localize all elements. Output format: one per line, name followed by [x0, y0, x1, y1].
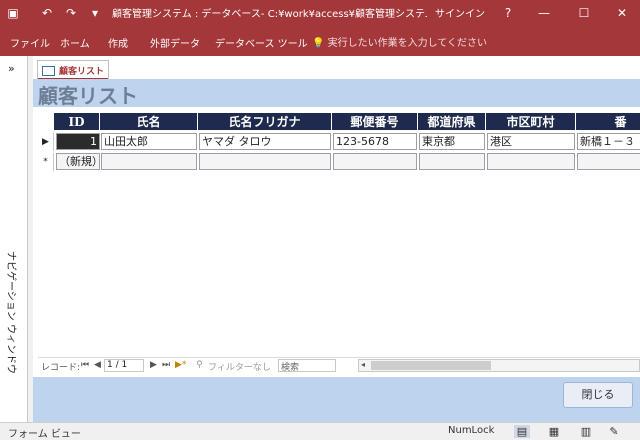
cell-prefecture[interactable]: 東京都 [419, 133, 485, 150]
new-record-selector[interactable]: * [38, 153, 54, 171]
record-navigator: レコード: ⏮ ◀ 1 / 1 ▶ ⏭ ▶* ⚲ フィルターなし 検索 ◂ [38, 357, 640, 373]
column-header-city[interactable]: 市区町村 [486, 113, 576, 130]
save-icon[interactable]: ▣ [4, 4, 22, 22]
column-header-id[interactable]: ID [54, 113, 100, 130]
status-bar: フォーム ビュー NumLock ▤ ▦ ▥ ✎ [0, 422, 640, 440]
quick-access-menu-icon[interactable]: ▾ [86, 4, 104, 22]
view-mode-label: フォーム ビュー [8, 429, 81, 440]
first-record-icon[interactable]: ⏮ [81, 360, 89, 370]
window-title: 顧客管理システム : データベース- C:¥work¥access¥顧客管理シス… [112, 9, 427, 20]
cell-name[interactable]: 山田太郎 [101, 133, 197, 150]
document-tab-label: 顧客リスト [59, 67, 105, 77]
cell-prefecture-new[interactable] [419, 153, 485, 170]
navigation-pane: » ナビゲーション ウィンドウ [0, 56, 28, 422]
undo-icon[interactable]: ↶ [38, 4, 56, 22]
tab-database-tools[interactable]: データベース ツール [215, 35, 308, 50]
lightbulb-icon: 💡 [312, 38, 325, 49]
form-header: 顧客リスト [33, 79, 640, 108]
cell-postal-code-new[interactable] [333, 153, 417, 170]
cell-postal-code[interactable]: 123-5678 [333, 133, 417, 150]
next-record-icon[interactable]: ▶ [150, 360, 157, 370]
redo-icon[interactable]: ↷ [62, 4, 80, 22]
cell-id-new[interactable]: （新規） [56, 153, 100, 170]
filter-status[interactable]: フィルターなし [208, 360, 271, 373]
new-record-icon[interactable]: ▶* [175, 360, 186, 370]
cell-name-new[interactable] [101, 153, 197, 170]
tab-home[interactable]: ホーム [60, 35, 90, 50]
numlock-indicator: NumLock [448, 425, 495, 436]
document-area: 顧客リスト 顧客リスト ID 氏名 氏名フリガナ 郵便番号 都道府県 市区町村 … [33, 56, 640, 422]
maximize-button[interactable]: ☐ [566, 0, 602, 26]
close-window-button[interactable]: ✕ [604, 0, 640, 26]
cell-furigana[interactable]: ヤマダ タロウ [199, 133, 331, 150]
form-title: 顧客リスト [38, 84, 138, 108]
table-row: ▶ 1 山田太郎 ヤマダ タロウ 123-5678 東京都 港区 新橋１－３ [38, 133, 640, 151]
header-row: ID 氏名 氏名フリガナ 郵便番号 都道府県 市区町村 番 [38, 113, 640, 131]
search-placeholder: 検索 [281, 363, 300, 373]
minimize-button[interactable]: — [526, 0, 562, 26]
tell-me-label: 実行したい作業を入力してください [327, 38, 488, 49]
document-tab[interactable]: 顧客リスト [37, 60, 109, 80]
form-icon [42, 66, 55, 76]
scroll-left-icon[interactable]: ◂ [361, 360, 365, 369]
cell-address[interactable]: 新橋１－３ [577, 133, 640, 150]
tab-file[interactable]: ファイル [10, 35, 50, 50]
new-record-row: * （新規） [38, 153, 640, 171]
record-position-input[interactable]: 1 / 1 [107, 360, 127, 370]
prev-record-icon[interactable]: ◀ [94, 360, 101, 370]
form-footer: 閉じる [33, 377, 640, 422]
tell-me-search[interactable]: 💡 実行したい作業を入力してください [312, 34, 487, 49]
navigation-pane-label[interactable]: ナビゲーション ウィンドウ [5, 251, 20, 374]
datasheet-grid: ID 氏名 氏名フリガナ 郵便番号 都道府県 市区町村 番 ▶ 1 山田太郎 ヤ… [38, 113, 640, 356]
record-selector[interactable]: ▶ [38, 133, 54, 151]
cell-address-new[interactable] [577, 153, 640, 170]
help-icon[interactable]: ? [490, 0, 526, 26]
tab-create[interactable]: 作成 [108, 35, 128, 50]
title-bar: ▣ ↶ ↷ ▾ 顧客管理システム : データベース- C:¥work¥acces… [0, 0, 640, 26]
design-view-icon[interactable]: ✎ [606, 425, 622, 438]
column-header-furigana[interactable]: 氏名フリガナ [198, 113, 332, 130]
signin-link[interactable]: サインイン [435, 5, 485, 20]
record-nav-label: レコード: [41, 363, 81, 373]
tab-external-data[interactable]: 外部データ [150, 35, 200, 50]
last-record-icon[interactable]: ⏭ [162, 360, 170, 370]
horizontal-scrollbar[interactable]: ◂ [358, 359, 640, 372]
layout-view-icon[interactable]: ▥ [578, 425, 594, 438]
cell-id[interactable]: 1 [56, 133, 100, 150]
form-view-icon[interactable]: ▤ [514, 425, 530, 438]
cell-city-new[interactable] [487, 153, 575, 170]
column-header-postal-code[interactable]: 郵便番号 [332, 113, 418, 130]
scrollbar-thumb[interactable] [371, 361, 491, 370]
close-form-button[interactable]: 閉じる [563, 382, 633, 408]
cell-city[interactable]: 港区 [487, 133, 575, 150]
filter-icon: ⚲ [196, 360, 203, 370]
column-header-name[interactable]: 氏名 [100, 113, 198, 130]
column-header-address[interactable]: 番 [576, 113, 640, 130]
cell-furigana-new[interactable] [199, 153, 331, 170]
expand-nav-icon[interactable]: » [8, 62, 15, 75]
datasheet-view-icon[interactable]: ▦ [546, 425, 562, 438]
column-header-prefecture[interactable]: 都道府県 [418, 113, 486, 130]
ribbon: ファイル ホーム 作成 外部データ データベース ツール 💡 実行したい作業を入… [0, 26, 640, 56]
